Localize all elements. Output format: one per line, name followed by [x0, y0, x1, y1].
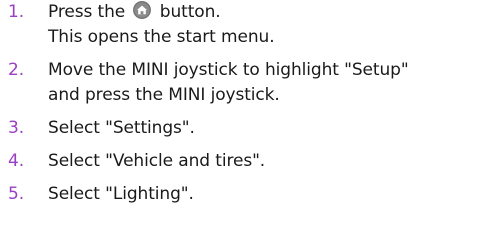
step-number: 1.	[8, 2, 25, 22]
step-text: Select "Settings".	[48, 118, 195, 138]
step-number: 5.	[8, 184, 25, 204]
step-note: This opens the start menu.	[48, 27, 275, 47]
step-text: Select "Lighting".	[48, 184, 194, 204]
step-4: 4. Select "Vehicle and tires".	[8, 149, 478, 174]
home-button-icon	[133, 1, 152, 19]
step-1-line: Press the button.	[48, 0, 478, 25]
step-text: button.	[159, 2, 221, 22]
instruction-steps: 1. Press the button. This opens the star…	[8, 0, 478, 207]
step-number: 4.	[8, 151, 25, 171]
step-2: 2. Move the MINI joystick to highlight "…	[8, 58, 478, 108]
step-3: 3. Select "Settings".	[8, 116, 478, 141]
step-number: 3.	[8, 118, 25, 138]
step-number: 2.	[8, 60, 25, 80]
step-text: Select "Vehicle and tires".	[48, 151, 266, 171]
step-text: and press the MINI joystick.	[48, 85, 280, 105]
step-1: 1. Press the button. This opens the star…	[8, 0, 478, 50]
step-5: 5. Select "Lighting".	[8, 182, 478, 207]
step-text: Press the	[48, 2, 126, 22]
step-text: Move the MINI joystick to highlight "Set…	[48, 60, 409, 80]
